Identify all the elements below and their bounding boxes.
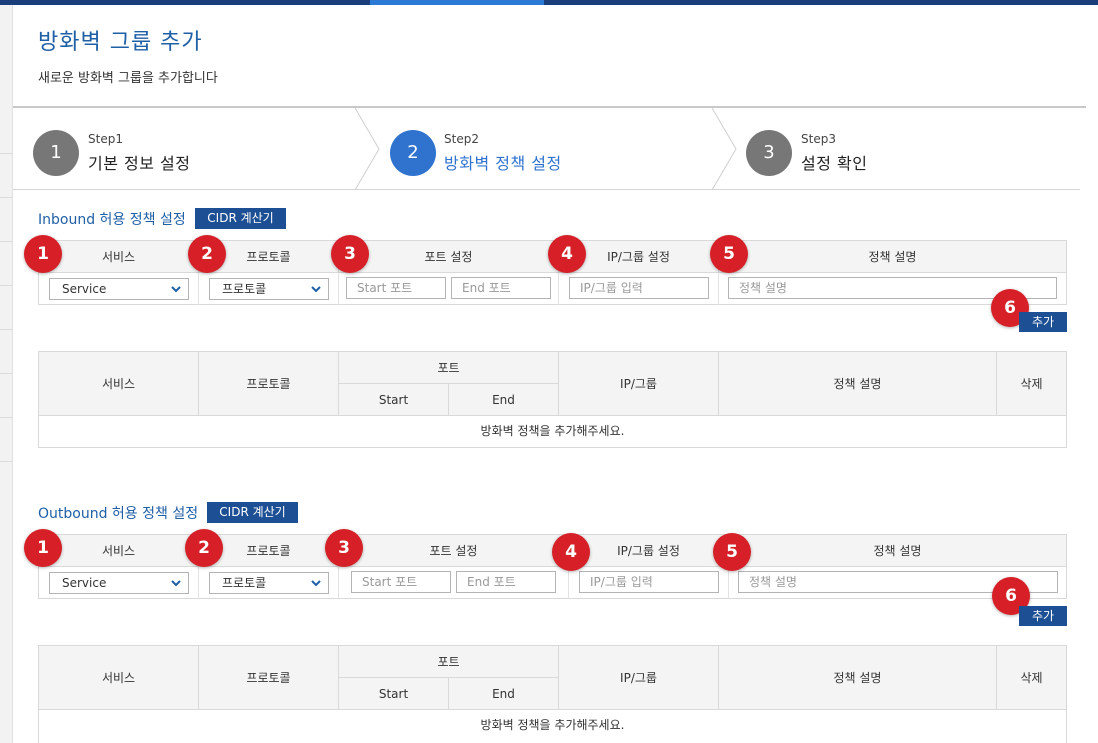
outbound-start-port-input[interactable]: Start 포트 (351, 571, 451, 593)
outbound-protocol-select[interactable]: 프로토콜 (209, 572, 329, 594)
inbound-policy-table: 서비스 프로토콜 포트 Start End IP/그룹 정책 설명 삭제 방화벽… (38, 351, 1067, 448)
inbound-service-select[interactable]: Service (49, 278, 189, 300)
inbound-cidr-calculator-button[interactable]: CIDR 계산기 (195, 208, 286, 229)
step-3-label: Step3 (801, 132, 836, 146)
form-header-description: 정책 설명 (873, 544, 922, 558)
step-1-label: Step1 (88, 132, 123, 146)
step-2-name: 방화벽 정책 설정 (444, 154, 562, 173)
step-1-number: 1 (33, 130, 79, 176)
outbound-policy-table: 서비스 프로토콜 포트 Start End IP/그룹 정책 설명 삭제 방화벽… (38, 645, 1067, 743)
step-2-label: Step2 (444, 132, 479, 146)
outbound-service-value: Service (62, 576, 107, 590)
outbound-cidr-calculator-button[interactable]: CIDR 계산기 (207, 502, 298, 523)
step-1[interactable]: 1 Step1 기본 정보 설정 (13, 108, 356, 190)
col-ip-group: IP/그룹 (559, 646, 719, 710)
col-delete: 삭제 (1020, 377, 1043, 391)
col-port: 포트 (339, 646, 559, 678)
chevron-down-icon (311, 286, 321, 293)
form-header-description: 정책 설명 (868, 250, 917, 264)
inbound-ip-group-input[interactable]: IP/그룹 입력 (569, 277, 709, 299)
col-port: 포트 (339, 352, 559, 384)
chevron-down-icon (171, 580, 181, 587)
form-header-port: 포트 설정 (339, 241, 559, 273)
outbound-service-select[interactable]: Service (49, 572, 189, 594)
step-1-name: 기본 정보 설정 (88, 154, 191, 173)
form-header-service: 서비스 (39, 241, 199, 273)
inbound-end-port-input[interactable]: End 포트 (451, 277, 551, 299)
col-ip-group: IP/그룹 (559, 352, 719, 416)
step-3[interactable]: 3 Step3 설정 확인 (727, 108, 1070, 190)
step-2[interactable]: 2 Step2 방화벽 정책 설정 (370, 108, 713, 190)
col-protocol: 프로토콜 (199, 352, 339, 416)
col-port-end: End (449, 384, 559, 416)
outbound-empty-message: 방화벽 정책을 추가해주세요. (480, 718, 625, 732)
outbound-ip-group-input[interactable]: IP/그룹 입력 (579, 571, 719, 593)
inbound-table-header: 서비스 프로토콜 포트 Start End IP/그룹 정책 설명 삭제 (39, 352, 1066, 416)
outbound-section-title: Outbound 허용 정책 설정 (38, 506, 199, 522)
callout-badge-2: 2 (185, 529, 223, 567)
col-port-start: Start (339, 678, 449, 710)
inbound-start-port-input[interactable]: Start 포트 (346, 277, 446, 299)
page-title: 방화벽 그룹 추가 (38, 30, 203, 55)
chevron-down-icon (311, 580, 321, 587)
col-port-start: Start (339, 384, 449, 416)
col-service: 서비스 (39, 352, 199, 416)
top-accent-active-segment (370, 0, 544, 5)
form-header-port: 포트 설정 (339, 535, 569, 567)
callout-badge-1: 1 (24, 529, 62, 567)
col-description: 정책 설명 (719, 352, 997, 416)
page-subtitle: 새로운 방화벽 그룹을 추가합니다 (38, 71, 218, 86)
inbound-service-value: Service (62, 282, 107, 296)
step-3-number: 3 (746, 130, 792, 176)
callout-badge-3: 3 (331, 235, 369, 273)
outbound-protocol-value: 프로토콜 (222, 576, 267, 590)
top-accent-bar (0, 0, 1098, 5)
callout-badge-2: 2 (188, 235, 226, 273)
outbound-table-header: 서비스 프로토콜 포트 Start End IP/그룹 정책 설명 삭제 (39, 646, 1066, 710)
col-service: 서비스 (39, 646, 199, 710)
inbound-protocol-value: 프로토콜 (222, 282, 267, 296)
inbound-add-button[interactable]: 추가 (1019, 312, 1067, 332)
outbound-add-button[interactable]: 추가 (1019, 606, 1067, 626)
callout-badge-5: 5 (713, 533, 751, 571)
col-description: 정책 설명 (719, 646, 997, 710)
step-2-number: 2 (390, 130, 436, 176)
chevron-down-icon (171, 286, 181, 293)
left-rail (0, 5, 13, 743)
form-header-ip: IP/그룹 설정 (569, 535, 729, 567)
col-protocol: 프로토콜 (199, 646, 339, 710)
callout-badge-3: 3 (325, 529, 363, 567)
col-port-end: End (449, 678, 559, 710)
callout-badge-4: 4 (548, 235, 586, 273)
inbound-empty-message: 방화벽 정책을 추가해주세요. (480, 424, 625, 438)
callout-badge-5: 5 (710, 235, 748, 273)
outbound-end-port-input[interactable]: End 포트 (456, 571, 556, 593)
step-3-name: 설정 확인 (801, 154, 868, 173)
form-header-service: 서비스 (39, 535, 199, 567)
inbound-section-title: Inbound 허용 정책 설정 (38, 212, 186, 228)
callout-badge-1: 1 (24, 235, 62, 273)
inbound-protocol-select[interactable]: 프로토콜 (209, 278, 329, 300)
callout-badge-4: 4 (552, 533, 590, 571)
col-delete: 삭제 (1020, 671, 1043, 685)
stepper: 1 Step1 기본 정보 설정 2 Step2 방화벽 정책 설정 3 Ste… (13, 108, 1080, 190)
